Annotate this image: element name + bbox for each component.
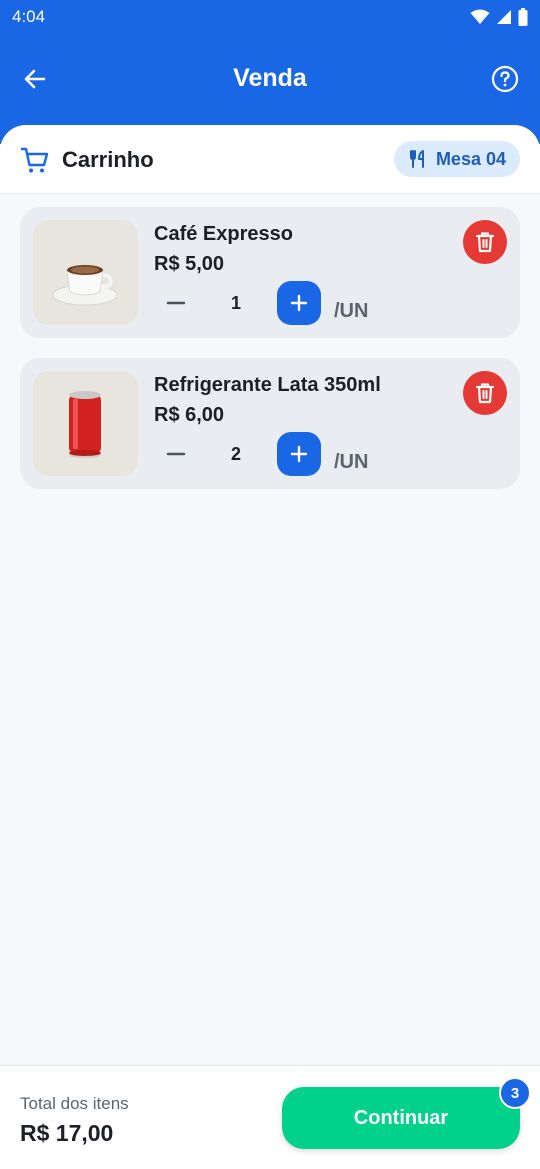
product-image-espresso [33,220,138,325]
battery-icon [518,8,528,26]
wifi-icon [470,9,490,24]
quantity-value: 2 [230,444,241,464]
product-name: Refrigerante Lata 350ml [154,374,381,396]
checkout-footer: Total dos itens R$ 17,00 Continuar 3 [0,1065,540,1169]
product-name: Café Expresso [154,223,293,245]
minus-icon [166,452,186,456]
product-price: R$ 6,00 [154,404,225,426]
cart-item: Refrigerante Lata 350ml R$ 6,00 2 /UN [20,358,520,489]
shopping-cart-icon [20,147,49,173]
continue-button[interactable]: Continuar [282,1087,520,1149]
cart-sheet: Carrinho Mesa 04 Café Expresso R$ 5,00 1… [0,125,540,1169]
status-icons [470,8,528,26]
unit-label: /UN [334,451,369,473]
total-label: Total dos itens [20,1094,129,1113]
unit-label: /UN [334,300,369,322]
table-label: Mesa 04 [435,148,506,169]
increase-quantity-button[interactable] [277,432,321,476]
cart-item: Café Expresso R$ 5,00 1 /UN [20,207,520,338]
decrease-quantity-button[interactable] [154,432,198,476]
product-image-soda-can [33,371,138,476]
quantity-value: 1 [230,293,241,313]
table-chip[interactable]: Mesa 04 [393,141,520,177]
help-button[interactable] [488,62,522,96]
trash-icon [475,383,495,404]
minus-icon [166,301,186,305]
plus-icon [290,294,308,312]
page-title: Venda [233,64,307,92]
status-bar: 4:04 [0,0,540,34]
item-count-badge: 3 [499,1077,531,1109]
help-circle-icon [491,65,519,93]
fork-knife-icon [409,150,424,168]
total-value: R$ 17,00 [20,1120,114,1146]
status-time: 4:04 [12,7,46,26]
signal-icon [497,10,511,24]
increase-quantity-button[interactable] [277,281,321,325]
cart-header: Carrinho Mesa 04 [0,125,540,194]
product-price: R$ 5,00 [154,253,225,275]
cart-title: Carrinho [62,147,154,172]
delete-item-button[interactable] [463,371,507,415]
decrease-quantity-button[interactable] [154,281,198,325]
delete-item-button[interactable] [463,220,507,264]
continue-label: Continuar [353,1106,449,1129]
trash-icon [475,232,495,253]
plus-icon [290,445,308,463]
